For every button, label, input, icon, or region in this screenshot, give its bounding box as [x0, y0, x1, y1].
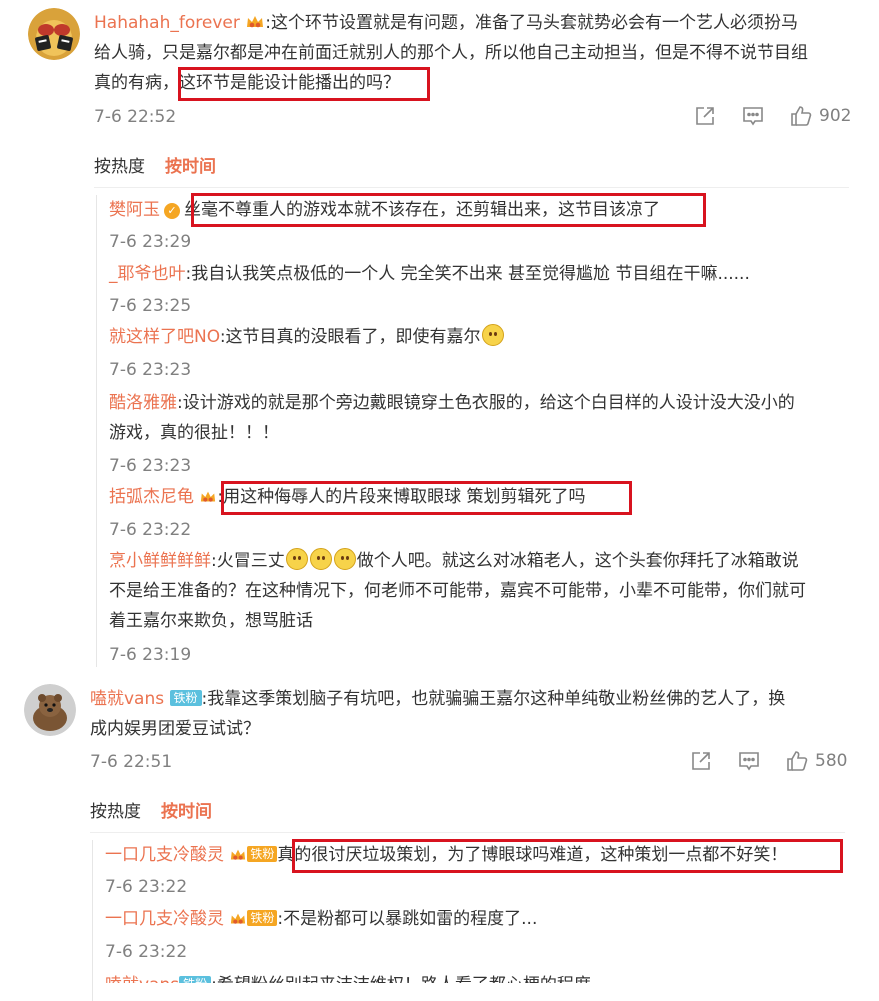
divider [94, 187, 849, 188]
timestamp: 7-6 22:52 [94, 107, 177, 127]
share-icon[interactable] [693, 104, 717, 128]
comment-text-line: 成内娱男团爱豆试试？ [90, 719, 260, 739]
reply-indent-bar [92, 840, 93, 1001]
timestamp: 7-6 23:23 [109, 360, 192, 380]
comment-text-line: 给人骑，只是嘉尔都是冲在前面迁就别人的那个人，所以他自己主动担当，但是不得不说节… [94, 43, 808, 63]
reply-text-line: 不是给王准备的？在这种情况下，何老师不可能带，嘉宾不可能带，小辈不可能带，你们就… [109, 581, 806, 601]
highlight-box [292, 839, 843, 873]
comment-icon[interactable] [737, 749, 761, 773]
like-count: 902 [819, 106, 852, 126]
crown-icon [229, 843, 247, 873]
like-count: 580 [815, 751, 848, 771]
pleading-emoji-icon [481, 324, 504, 346]
reply-username[interactable]: 一口几支冷酸灵 [105, 909, 224, 929]
reply-indent-bar [96, 195, 97, 667]
divider [90, 832, 845, 833]
reply-username[interactable]: 一口几支冷酸灵 [105, 845, 224, 865]
reply-username[interactable]: 嗑就vans [105, 975, 179, 983]
smile-emoji-icon [285, 548, 308, 570]
reply-username[interactable]: 樊阿玉 [109, 200, 160, 220]
sort-by-hot[interactable]: 按热度 [94, 157, 145, 177]
reply-text: 嗑就vans铁粉:希望粉丝别起来洁洁维权！路人看了都心梗的程度 [105, 970, 591, 983]
timestamp: 7-6 23:22 [105, 877, 188, 897]
sort-by-hot[interactable]: 按热度 [90, 802, 141, 822]
highlight-box [178, 67, 430, 101]
fan-badge: 铁粉 [247, 846, 278, 862]
username-link[interactable]: 嗑就vans [90, 689, 164, 709]
reply-text-line: 着王嘉尔来欺负，想骂脏话 [109, 611, 313, 631]
crown-icon [199, 485, 217, 515]
timestamp: 7-6 23:23 [109, 456, 192, 476]
timestamp: 7-6 22:51 [90, 752, 173, 772]
smile-emoji-icon [309, 548, 332, 570]
reply-username[interactable]: 酷洛雅雅 [109, 393, 177, 413]
timestamp: 7-6 23:19 [109, 645, 192, 665]
timestamp: 7-6 23:22 [105, 942, 188, 962]
reply-username[interactable]: _耶爷也叶 [109, 264, 186, 284]
reply-text: 就这样了吧NO:这节目真的没眼看了，即使有嘉尔 [109, 322, 505, 352]
verified-icon: ✓ [164, 203, 180, 219]
smile-emoji-icon [333, 548, 356, 570]
sort-tabs: 按热度 按时间 [90, 801, 212, 823]
avatar[interactable] [28, 8, 80, 60]
avatar[interactable] [24, 684, 76, 736]
username-link[interactable]: Hahahah_forever [94, 13, 240, 33]
sort-by-time[interactable]: 按时间 [165, 157, 216, 177]
fan-badge: 铁粉 [179, 976, 212, 983]
comment-text: 嗑就vans 铁粉:我靠这季策划脑子有坑吧，也就骗骗王嘉尔这种单纯敬业粉丝佛的艺… [90, 689, 786, 709]
timestamp: 7-6 23:25 [109, 296, 192, 316]
reply-text: 一口几支冷酸灵 铁粉:不是粉都可以暴跳如雷的程度了... [105, 904, 537, 937]
share-icon[interactable] [689, 749, 713, 773]
reply-text: 酷洛雅雅:设计游戏的就是那个旁边戴眼镜穿土色衣服的，给这个白目样的人设计没大没小… [109, 393, 795, 413]
sort-by-time[interactable]: 按时间 [161, 802, 212, 822]
crown-icon [229, 907, 247, 937]
like-icon[interactable] [785, 749, 809, 773]
comment-icon[interactable] [741, 104, 765, 128]
reply-text-line: 游戏，真的很扯！！！ [109, 423, 279, 443]
reply-text: _耶爷也叶:我自认我笑点极低的一个人 完全笑不出来 甚至觉得尴尬 节目组在干嘛.… [109, 264, 750, 284]
reply-username[interactable]: 就这样了吧NO [109, 327, 220, 347]
comment-actions: 580 [689, 749, 847, 773]
timestamp: 7-6 23:29 [109, 232, 192, 252]
timestamp: 7-6 23:22 [109, 520, 192, 540]
fan-badge: 铁粉 [169, 690, 202, 706]
highlight-box [191, 193, 706, 227]
comment-actions: 902 [693, 104, 851, 128]
crown-icon [245, 11, 265, 41]
highlight-box [221, 481, 632, 515]
reply-username[interactable]: 烹小鲜鲜鲜鲜 [109, 551, 211, 571]
reply-username[interactable]: 括弧杰尼龟 [109, 487, 194, 507]
reply-text: 烹小鲜鲜鲜鲜:火冒三丈 做个人吧。就这么对冰箱老人，这个头套你拜托了冰箱敢说 [109, 546, 799, 576]
comment-text: Hahahah_forever :这个环节设置就是有问题，准备了马头套就势必会有… [94, 8, 798, 41]
sort-tabs: 按热度 按时间 [94, 156, 216, 178]
fan-badge: 铁粉 [247, 910, 278, 926]
like-icon[interactable] [789, 104, 813, 128]
